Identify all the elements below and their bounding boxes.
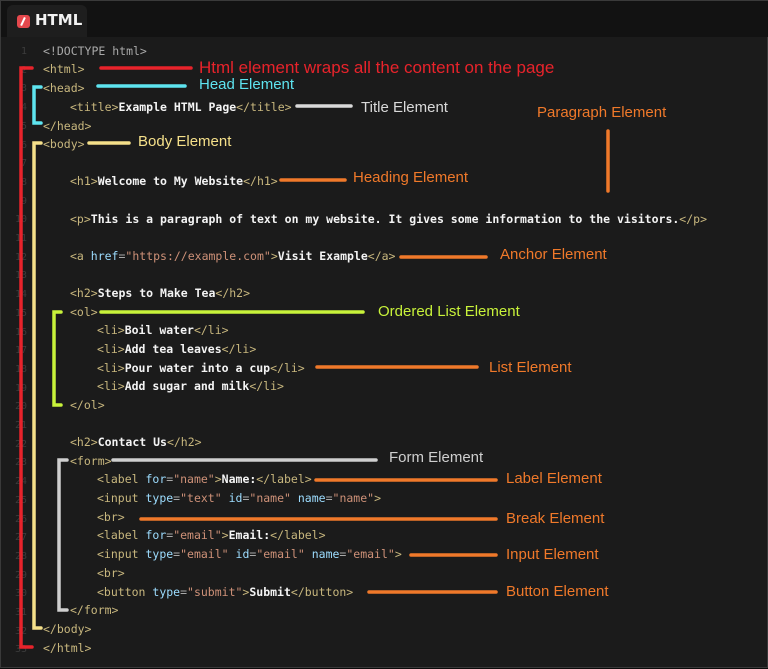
head-bracket	[32, 85, 43, 125]
heading-annotation-label: Heading Element	[353, 169, 469, 186]
editor-window: HTML 1 2 3 4 5 6 7 8 9 10 11 12 13 14 15 16 17 18 19 20 21 22…	[0, 0, 768, 668]
form-annotation-label: Form Element	[389, 449, 484, 466]
list-annotation-label: List Element	[489, 359, 572, 376]
input-annotation-label: Input Element	[506, 546, 599, 563]
body-bracket	[32, 141, 43, 630]
break-annotation-label: Break Element	[506, 510, 605, 527]
button-annotation-label: Button Element	[506, 583, 609, 600]
ordered-list-annotation-label: Ordered List Element	[378, 303, 520, 320]
ol-bracket	[52, 310, 63, 407]
title-annotation-label: Title Element	[361, 99, 448, 116]
head-annotation-label: Head Element	[199, 76, 295, 93]
body-annotation-label: Body Element	[138, 133, 232, 150]
label-annotation-label: Label Element	[506, 470, 602, 487]
html-annotation-label: Html element wraps all the content on th…	[199, 58, 555, 77]
html-bracket	[19, 66, 34, 649]
paragraph-annotation-label: Paragraph Element	[537, 104, 667, 121]
form-bracket	[57, 458, 69, 612]
anchor-annotation-label: Anchor Element	[500, 246, 607, 263]
